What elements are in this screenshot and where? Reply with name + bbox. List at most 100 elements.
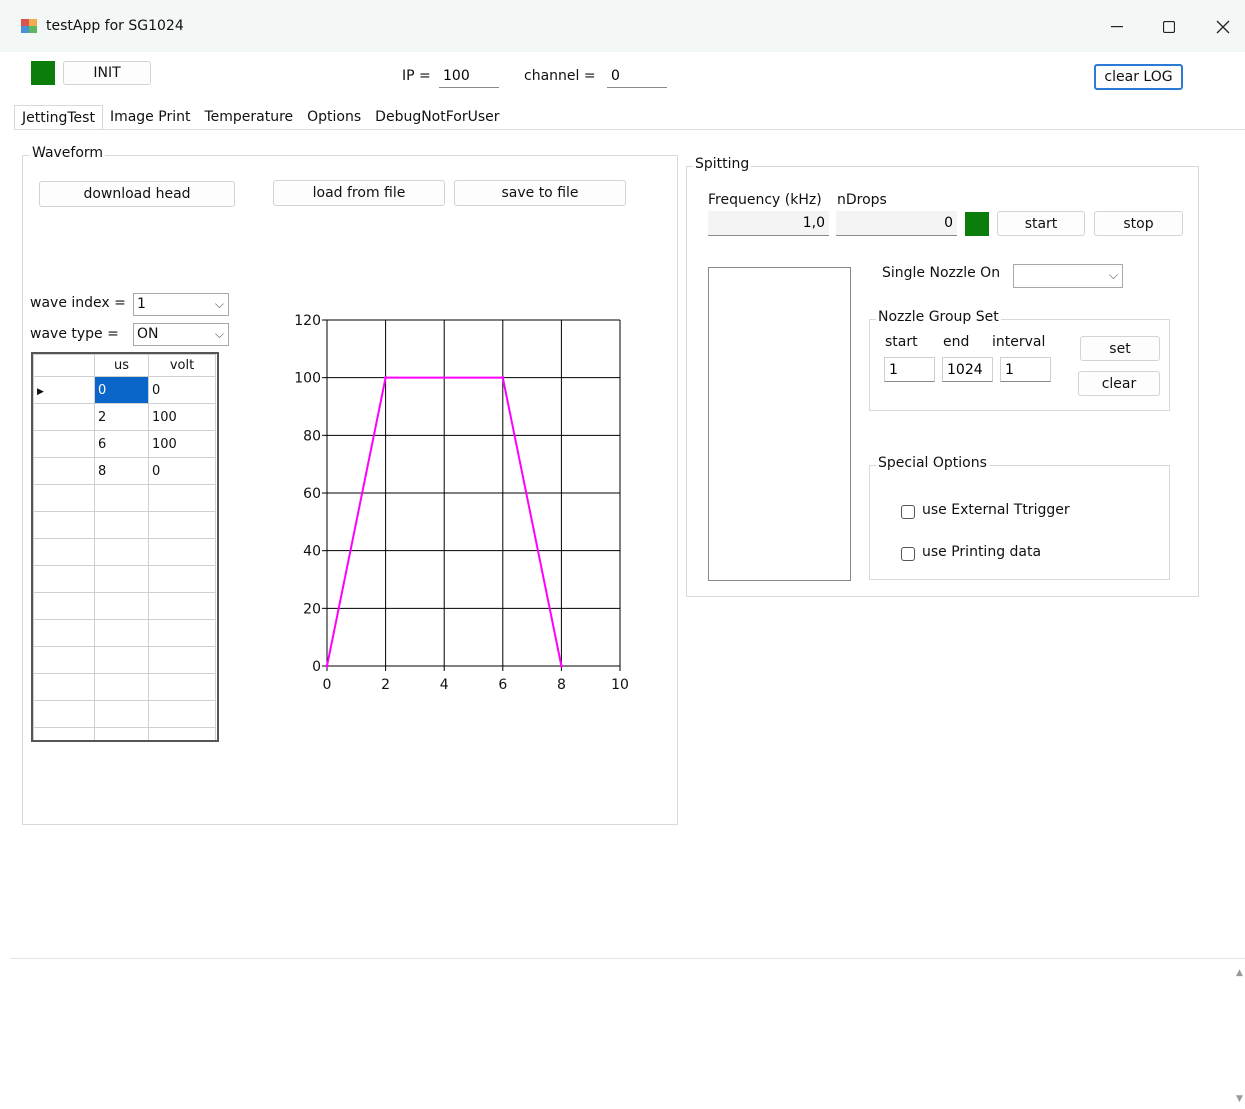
grid-cell[interactable]	[94, 727, 149, 740]
tab-debug[interactable]: DebugNotForUser	[368, 105, 506, 129]
grid-cell[interactable]	[94, 511, 149, 539]
grid-cell[interactable]: 8	[94, 457, 149, 485]
grid-header-us[interactable]: us	[94, 354, 149, 377]
external-trigger-checkbox[interactable]	[901, 505, 915, 519]
current-row-arrow-icon: ▶	[37, 386, 44, 397]
grid-cell[interactable]	[148, 592, 216, 620]
save-to-file-button[interactable]: save to file	[454, 180, 626, 206]
ip-input[interactable]	[439, 64, 499, 88]
grid-cell[interactable]: 0	[148, 457, 216, 485]
grid-cell[interactable]: 0	[94, 376, 149, 404]
scroll-up-icon[interactable]: ▲	[1236, 968, 1243, 978]
nozzle-end-input[interactable]	[942, 357, 993, 382]
grid-header-row: us volt	[33, 354, 216, 377]
row-selector[interactable]	[33, 646, 95, 674]
channel-label: channel =	[524, 68, 596, 84]
grid-cell[interactable]	[94, 565, 149, 593]
wave-type-select[interactable]: ON ⌵	[133, 323, 229, 346]
start-button[interactable]: start	[997, 211, 1085, 236]
init-button[interactable]: INIT	[63, 61, 151, 85]
grid-cell[interactable]	[148, 511, 216, 539]
grid-cell[interactable]: 2	[94, 403, 149, 431]
row-selector[interactable]	[33, 700, 95, 728]
y-tick-label: 0	[312, 659, 321, 675]
grid-cell[interactable]	[94, 538, 149, 566]
app-icon	[21, 19, 37, 33]
download-head-button[interactable]: download head	[39, 181, 235, 207]
table-row	[33, 646, 216, 674]
row-selector[interactable]	[33, 592, 95, 620]
row-selector[interactable]	[33, 457, 95, 485]
row-selector[interactable]	[33, 484, 95, 512]
nozzle-interval-input[interactable]	[1000, 357, 1051, 382]
tab-jetting-test[interactable]: JettingTest	[14, 105, 103, 130]
channel-input[interactable]	[607, 64, 667, 88]
grid-cell[interactable]: 6	[94, 430, 149, 458]
printing-data-label[interactable]: use Printing data	[922, 544, 1041, 560]
minimize-button[interactable]	[1094, 12, 1140, 42]
grid-cell[interactable]	[94, 700, 149, 728]
grid-cell[interactable]: 0	[148, 376, 216, 404]
tab-divider	[14, 129, 1245, 130]
grid-header-volt[interactable]: volt	[148, 354, 216, 377]
single-nozzle-select[interactable]: ⌵	[1013, 264, 1123, 288]
row-selector[interactable]	[33, 565, 95, 593]
grid-cell[interactable]	[94, 673, 149, 701]
row-selector[interactable]	[33, 430, 95, 458]
table-row	[33, 727, 216, 740]
close-button[interactable]	[1200, 12, 1245, 42]
row-selector[interactable]	[33, 538, 95, 566]
y-tick-label: 120	[294, 313, 321, 329]
wave-index-select[interactable]: 1 ⌵	[133, 293, 229, 316]
table-row: 2 100	[33, 403, 216, 431]
tab-temperature[interactable]: Temperature	[197, 105, 300, 129]
row-selector[interactable]: ▶	[33, 376, 95, 404]
ndrops-input[interactable]	[836, 211, 957, 236]
grid-cell[interactable]	[148, 538, 216, 566]
grid-cell[interactable]	[148, 646, 216, 674]
grid-cell[interactable]	[148, 727, 216, 740]
grid-cell[interactable]	[148, 673, 216, 701]
log-textbox[interactable]	[10, 958, 1245, 1109]
grid-cell[interactable]	[94, 592, 149, 620]
load-from-file-button[interactable]: load from file	[273, 180, 445, 206]
y-tick-label: 100	[294, 371, 321, 387]
nozzle-listbox[interactable]	[708, 267, 851, 581]
window-title: testApp for SG1024	[46, 18, 184, 34]
grid-cell[interactable]	[94, 484, 149, 512]
minimize-icon	[1111, 26, 1123, 28]
grid-cell[interactable]	[148, 484, 216, 512]
row-selector[interactable]	[33, 511, 95, 539]
tab-options[interactable]: Options	[300, 105, 368, 129]
scroll-down-icon[interactable]: ▼	[1236, 1094, 1243, 1104]
tab-image-print[interactable]: Image Print	[103, 105, 198, 129]
external-trigger-label[interactable]: use External Ttrigger	[922, 502, 1070, 518]
row-selector[interactable]	[33, 619, 95, 647]
row-selector[interactable]	[33, 727, 95, 740]
maximize-icon	[1163, 21, 1175, 33]
waveform-grid[interactable]: us volt ▶ 0 0 2 100 6 100 8 0	[31, 352, 219, 742]
nozzle-set-button[interactable]: set	[1080, 336, 1160, 361]
spitting-title: Spitting	[693, 156, 752, 172]
frequency-input[interactable]	[708, 211, 829, 236]
clear-log-button[interactable]: clear LOG	[1094, 64, 1183, 90]
grid-table: us volt ▶ 0 0 2 100 6 100 8 0	[33, 354, 216, 740]
tab-strip: JettingTest Image Print Temperature Opti…	[14, 105, 507, 130]
grid-cell[interactable]	[94, 646, 149, 674]
x-tick-label: 0	[323, 677, 332, 693]
grid-cell[interactable]: 100	[148, 403, 216, 431]
printing-data-checkbox[interactable]	[901, 547, 915, 561]
grid-cell[interactable]	[94, 619, 149, 647]
grid-cell[interactable]	[148, 565, 216, 593]
x-tick-label: 6	[498, 677, 507, 693]
nozzle-start-input[interactable]	[884, 357, 935, 382]
row-selector[interactable]	[33, 673, 95, 701]
grid-cell[interactable]	[148, 619, 216, 647]
nozzle-clear-button[interactable]: clear	[1078, 371, 1160, 396]
maximize-button[interactable]	[1146, 12, 1192, 42]
grid-cell[interactable]	[148, 700, 216, 728]
nozzle-interval-label: interval	[992, 334, 1046, 350]
row-selector[interactable]	[33, 403, 95, 431]
grid-cell[interactable]: 100	[148, 430, 216, 458]
stop-button[interactable]: stop	[1094, 211, 1183, 236]
